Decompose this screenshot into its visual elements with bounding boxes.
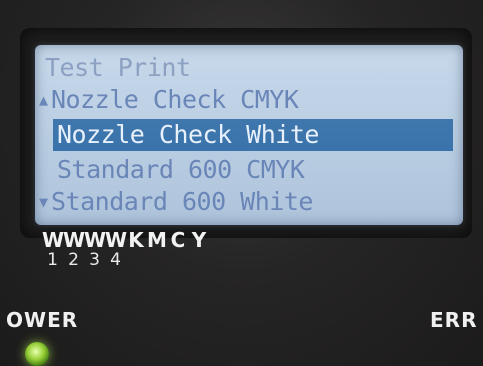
menu-item-nozzle-check-white[interactable]: Nozzle Check White [45, 120, 319, 150]
menu-item-label: Nozzle Check White [57, 120, 319, 149]
menu-item-standard-600-cmyk[interactable]: Standard 600 CMYK [45, 155, 305, 185]
ink-number: 1 [47, 250, 58, 270]
ink-label: W [105, 228, 129, 252]
ink-label: Y [191, 228, 208, 252]
menu-item-label: Standard 600 White [51, 187, 313, 216]
ink-number: 3 [89, 250, 100, 270]
ink-number: 4 [110, 250, 121, 270]
ink-channel-numbers: 1234 [42, 250, 126, 270]
ink-label: K [128, 228, 145, 252]
lcd-screen: Test Print ▲ Nozzle Check CMYK Nozzle Che… [35, 45, 463, 225]
menu-item-label: Nozzle Check CMYK [51, 85, 299, 114]
power-led-icon [25, 342, 49, 366]
ink-label: W [84, 228, 108, 252]
ink-label: W [42, 228, 66, 252]
ink-label: W [63, 228, 87, 252]
error-label: ERR [430, 308, 478, 332]
menu-title: Test Print [45, 53, 191, 82]
ink-number: 2 [68, 250, 79, 270]
menu-item-nozzle-check-cmyk[interactable]: ▲ Nozzle Check CMYK [39, 85, 299, 115]
menu-item-label: Standard 600 CMYK [57, 155, 305, 184]
power-label: OWER [6, 308, 79, 332]
ink-label: C [170, 228, 187, 252]
scroll-down-icon[interactable]: ▼ [39, 187, 51, 217]
menu-item-standard-600-white[interactable]: ▼ Standard 600 White [39, 187, 313, 217]
ink-label: M [147, 228, 168, 252]
ink-channel-labels: WWWWK M C Y [42, 228, 210, 252]
scroll-up-icon[interactable]: ▲ [39, 85, 51, 115]
